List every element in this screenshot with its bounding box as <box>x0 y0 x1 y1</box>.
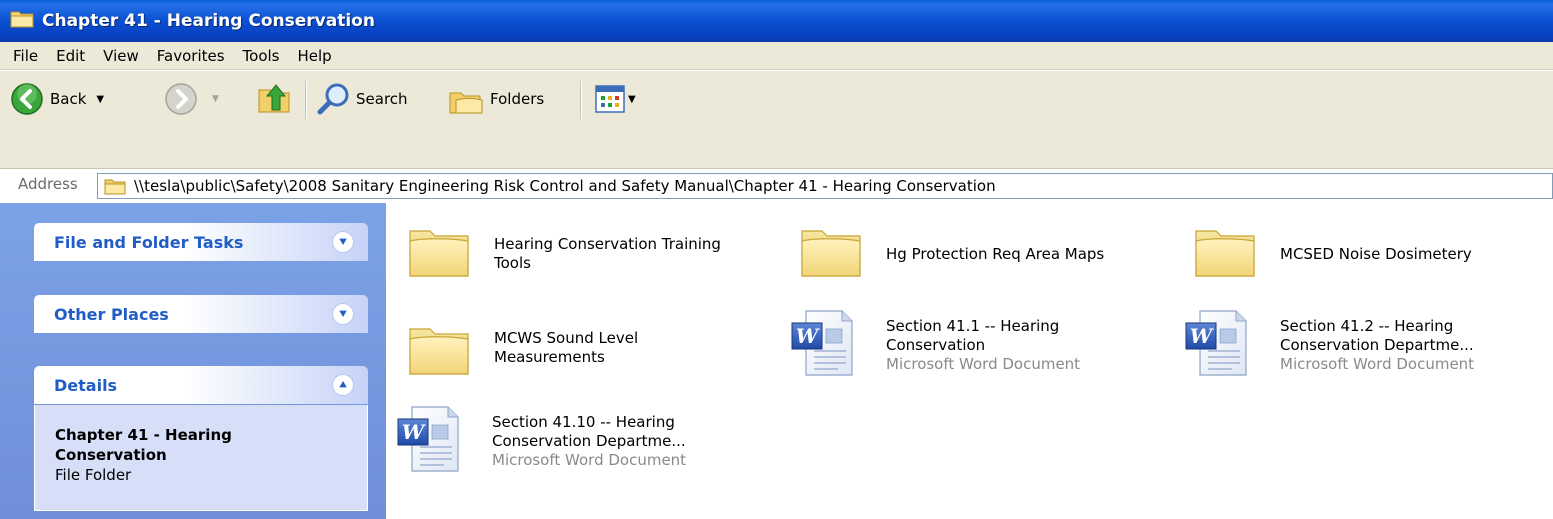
views-icon <box>595 85 625 113</box>
item-name-line: Tools <box>494 254 531 272</box>
up-folder-icon <box>258 84 290 113</box>
panel-details[interactable]: Details ⯅ <box>34 366 368 404</box>
task-pane: File and Folder Tasks ⯆ Other Places ⯆ D… <box>0 203 386 519</box>
chevron-up-icon[interactable]: ⯅ <box>332 374 354 396</box>
forward-button[interactable]: ▼ <box>164 82 219 116</box>
folder-item[interactable]: MCSED Noise Dosimetery <box>1192 217 1472 283</box>
folder-icon <box>10 9 34 33</box>
word-document-item[interactable]: Section 41.10 -- Hearing Conservation De… <box>396 403 686 475</box>
search-label: Search <box>356 90 408 108</box>
chevron-down-icon[interactable]: ⯆ <box>332 231 354 253</box>
details-body: Chapter 41 - Hearing Conservation File F… <box>34 405 368 511</box>
folder-icon <box>406 315 472 381</box>
folder-item[interactable]: Hearing Conservation Training Tools <box>406 217 721 283</box>
folder-icon <box>104 179 126 195</box>
back-button[interactable]: Back ▼ <box>10 82 104 116</box>
menu-view[interactable]: View <box>94 47 148 65</box>
item-name-line: Hearing Conservation Training <box>494 235 721 253</box>
folder-item[interactable]: Hg Protection Req Area Maps <box>798 217 1104 283</box>
menu-bar: File Edit View Favorites Tools Help <box>0 42 1553 70</box>
panel-title: Details <box>54 375 118 395</box>
item-type: Microsoft Word Document <box>1280 355 1475 373</box>
views-dropdown-icon[interactable]: ▼ <box>628 94 636 105</box>
item-name-line: Conservation Departme... <box>492 432 686 450</box>
address-bar: Address \\tesla\public\Safety\2008 Sanit… <box>0 171 1553 201</box>
toolbar: Back ▼ ▼ Search Folders ▼ Address \\tesl… <box>0 71 1553 199</box>
up-folder-button[interactable] <box>256 80 292 116</box>
folders-button[interactable]: Folders <box>448 81 544 117</box>
file-list: Hearing Conservation Training Tools Hg P… <box>386 203 1553 519</box>
views-button[interactable]: ▼ <box>595 85 636 113</box>
menu-help[interactable]: Help <box>289 47 341 65</box>
forward-dropdown-icon[interactable]: ▼ <box>212 94 219 104</box>
folder-item[interactable]: MCWS Sound Level Measurements <box>406 315 638 381</box>
back-dropdown-icon[interactable]: ▼ <box>96 94 104 105</box>
word-document-item[interactable]: Section 41.1 -- Hearing Conservation Mic… <box>790 307 1080 379</box>
chevron-down-icon[interactable]: ⯆ <box>332 303 354 325</box>
details-type: File Folder <box>55 466 132 484</box>
item-name-line: MCWS Sound Level <box>494 329 639 347</box>
menu-edit[interactable]: Edit <box>47 47 94 65</box>
panel-title: Other Places <box>54 304 169 324</box>
item-name-line: Hg Protection Req Area Maps <box>886 245 1105 263</box>
details-name: Chapter 41 - Hearing Conservation <box>55 426 232 464</box>
item-name-line: Conservation <box>886 336 986 354</box>
item-name-line: MCSED Noise Dosimetery <box>1280 245 1472 263</box>
search-icon <box>317 83 349 115</box>
item-name-line: Measurements <box>494 348 605 366</box>
back-label: Back <box>50 90 87 108</box>
title-bar: Chapter 41 - Hearing Conservation <box>0 0 1553 42</box>
item-type: Microsoft Word Document <box>886 355 1081 373</box>
item-name-line: Section 41.1 -- Hearing <box>886 317 1060 335</box>
item-name-line: Conservation Departme... <box>1280 336 1474 354</box>
item-name-line: Section 41.10 -- Hearing <box>492 413 675 431</box>
word-document-icon <box>790 307 856 379</box>
address-label: Address <box>18 175 78 193</box>
forward-arrow-icon <box>165 83 197 115</box>
menu-file[interactable]: File <box>4 47 47 65</box>
folder-icon <box>1192 217 1258 283</box>
folders-label: Folders <box>490 90 545 108</box>
folders-icon <box>449 92 483 114</box>
back-arrow-icon <box>11 83 43 115</box>
folder-icon <box>406 217 472 283</box>
word-document-item[interactable]: Section 41.2 -- Hearing Conservation Dep… <box>1184 307 1474 379</box>
word-document-icon <box>1184 307 1250 379</box>
menu-favorites[interactable]: Favorites <box>148 47 234 65</box>
address-input[interactable]: \\tesla\public\Safety\2008 Sanitary Engi… <box>97 173 1553 199</box>
panel-other-places[interactable]: Other Places ⯆ <box>34 295 368 333</box>
search-button[interactable]: Search <box>316 81 408 117</box>
item-type: Microsoft Word Document <box>492 451 687 469</box>
item-name-line: Section 41.2 -- Hearing <box>1280 317 1454 335</box>
window-title: Chapter 41 - Hearing Conservation <box>42 11 375 31</box>
address-path: \\tesla\public\Safety\2008 Sanitary Engi… <box>134 177 996 195</box>
panel-file-and-folder-tasks[interactable]: File and Folder Tasks ⯆ <box>34 223 368 261</box>
word-document-icon <box>396 403 462 475</box>
panel-title: File and Folder Tasks <box>54 232 244 252</box>
menu-tools[interactable]: Tools <box>234 47 289 65</box>
folder-icon <box>798 217 864 283</box>
